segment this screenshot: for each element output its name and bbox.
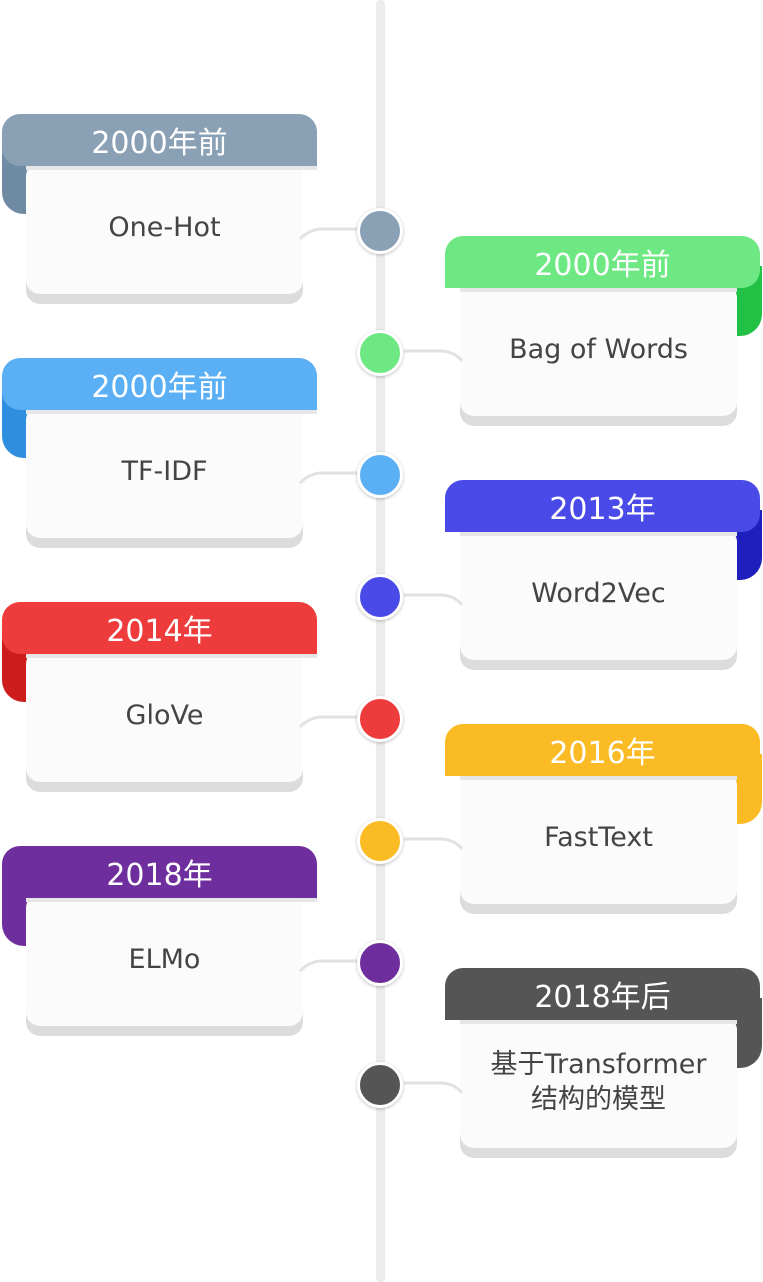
date-header: 2014年 [2, 602, 317, 654]
timeline-dot [357, 330, 403, 376]
card-label: Word2Vec [531, 578, 666, 610]
date-label: 2014年 [106, 614, 213, 649]
card-label: GloVe [125, 700, 204, 732]
date-header: 2018年 [2, 846, 317, 898]
timeline-dot [357, 208, 403, 254]
date-label: 2000年前 [534, 248, 671, 283]
card-label: Bag of Words [509, 334, 688, 366]
connector-line [404, 837, 484, 857]
card-label: FastText [544, 822, 653, 854]
date-header: 2000年前 [445, 236, 760, 288]
card-label: ELMo [128, 944, 201, 976]
date-label: 2016年 [549, 736, 656, 771]
date-header: 2018年后 [445, 968, 760, 1020]
timeline-card: GloVe [26, 650, 303, 782]
date-label: 2018年 [106, 858, 213, 893]
timeline-dot [357, 574, 403, 620]
timeline-card: 基于Transformer 结构的模型 [460, 1016, 737, 1148]
date-header: 2000年前 [2, 114, 317, 166]
date-header: 2013年 [445, 480, 760, 532]
connector-line [404, 1081, 484, 1101]
timeline-dot [357, 1062, 403, 1108]
timeline-dot [357, 696, 403, 742]
timeline-card: FastText [460, 772, 737, 904]
timeline-card: ELMo [26, 894, 303, 1026]
connector-line [404, 593, 484, 613]
timeline-card: TF-IDF [26, 406, 303, 538]
date-header: 2016年 [445, 724, 760, 776]
card-label: TF-IDF [121, 456, 208, 488]
card-label: One-Hot [108, 212, 221, 244]
connector-line [404, 349, 484, 369]
timeline-dot [357, 452, 403, 498]
date-label: 2000年前 [91, 126, 228, 161]
timeline-card: Bag of Words [460, 284, 737, 416]
date-label: 2000年前 [91, 370, 228, 405]
timeline-dot [357, 940, 403, 986]
date-label: 2013年 [549, 492, 656, 527]
card-label: 基于Transformer 结构的模型 [490, 1048, 707, 1115]
timeline-dot [357, 818, 403, 864]
date-label: 2018年后 [534, 980, 671, 1015]
timeline-card: Word2Vec [460, 528, 737, 660]
timeline-card: One-Hot [26, 162, 303, 294]
date-header: 2000年前 [2, 358, 317, 410]
